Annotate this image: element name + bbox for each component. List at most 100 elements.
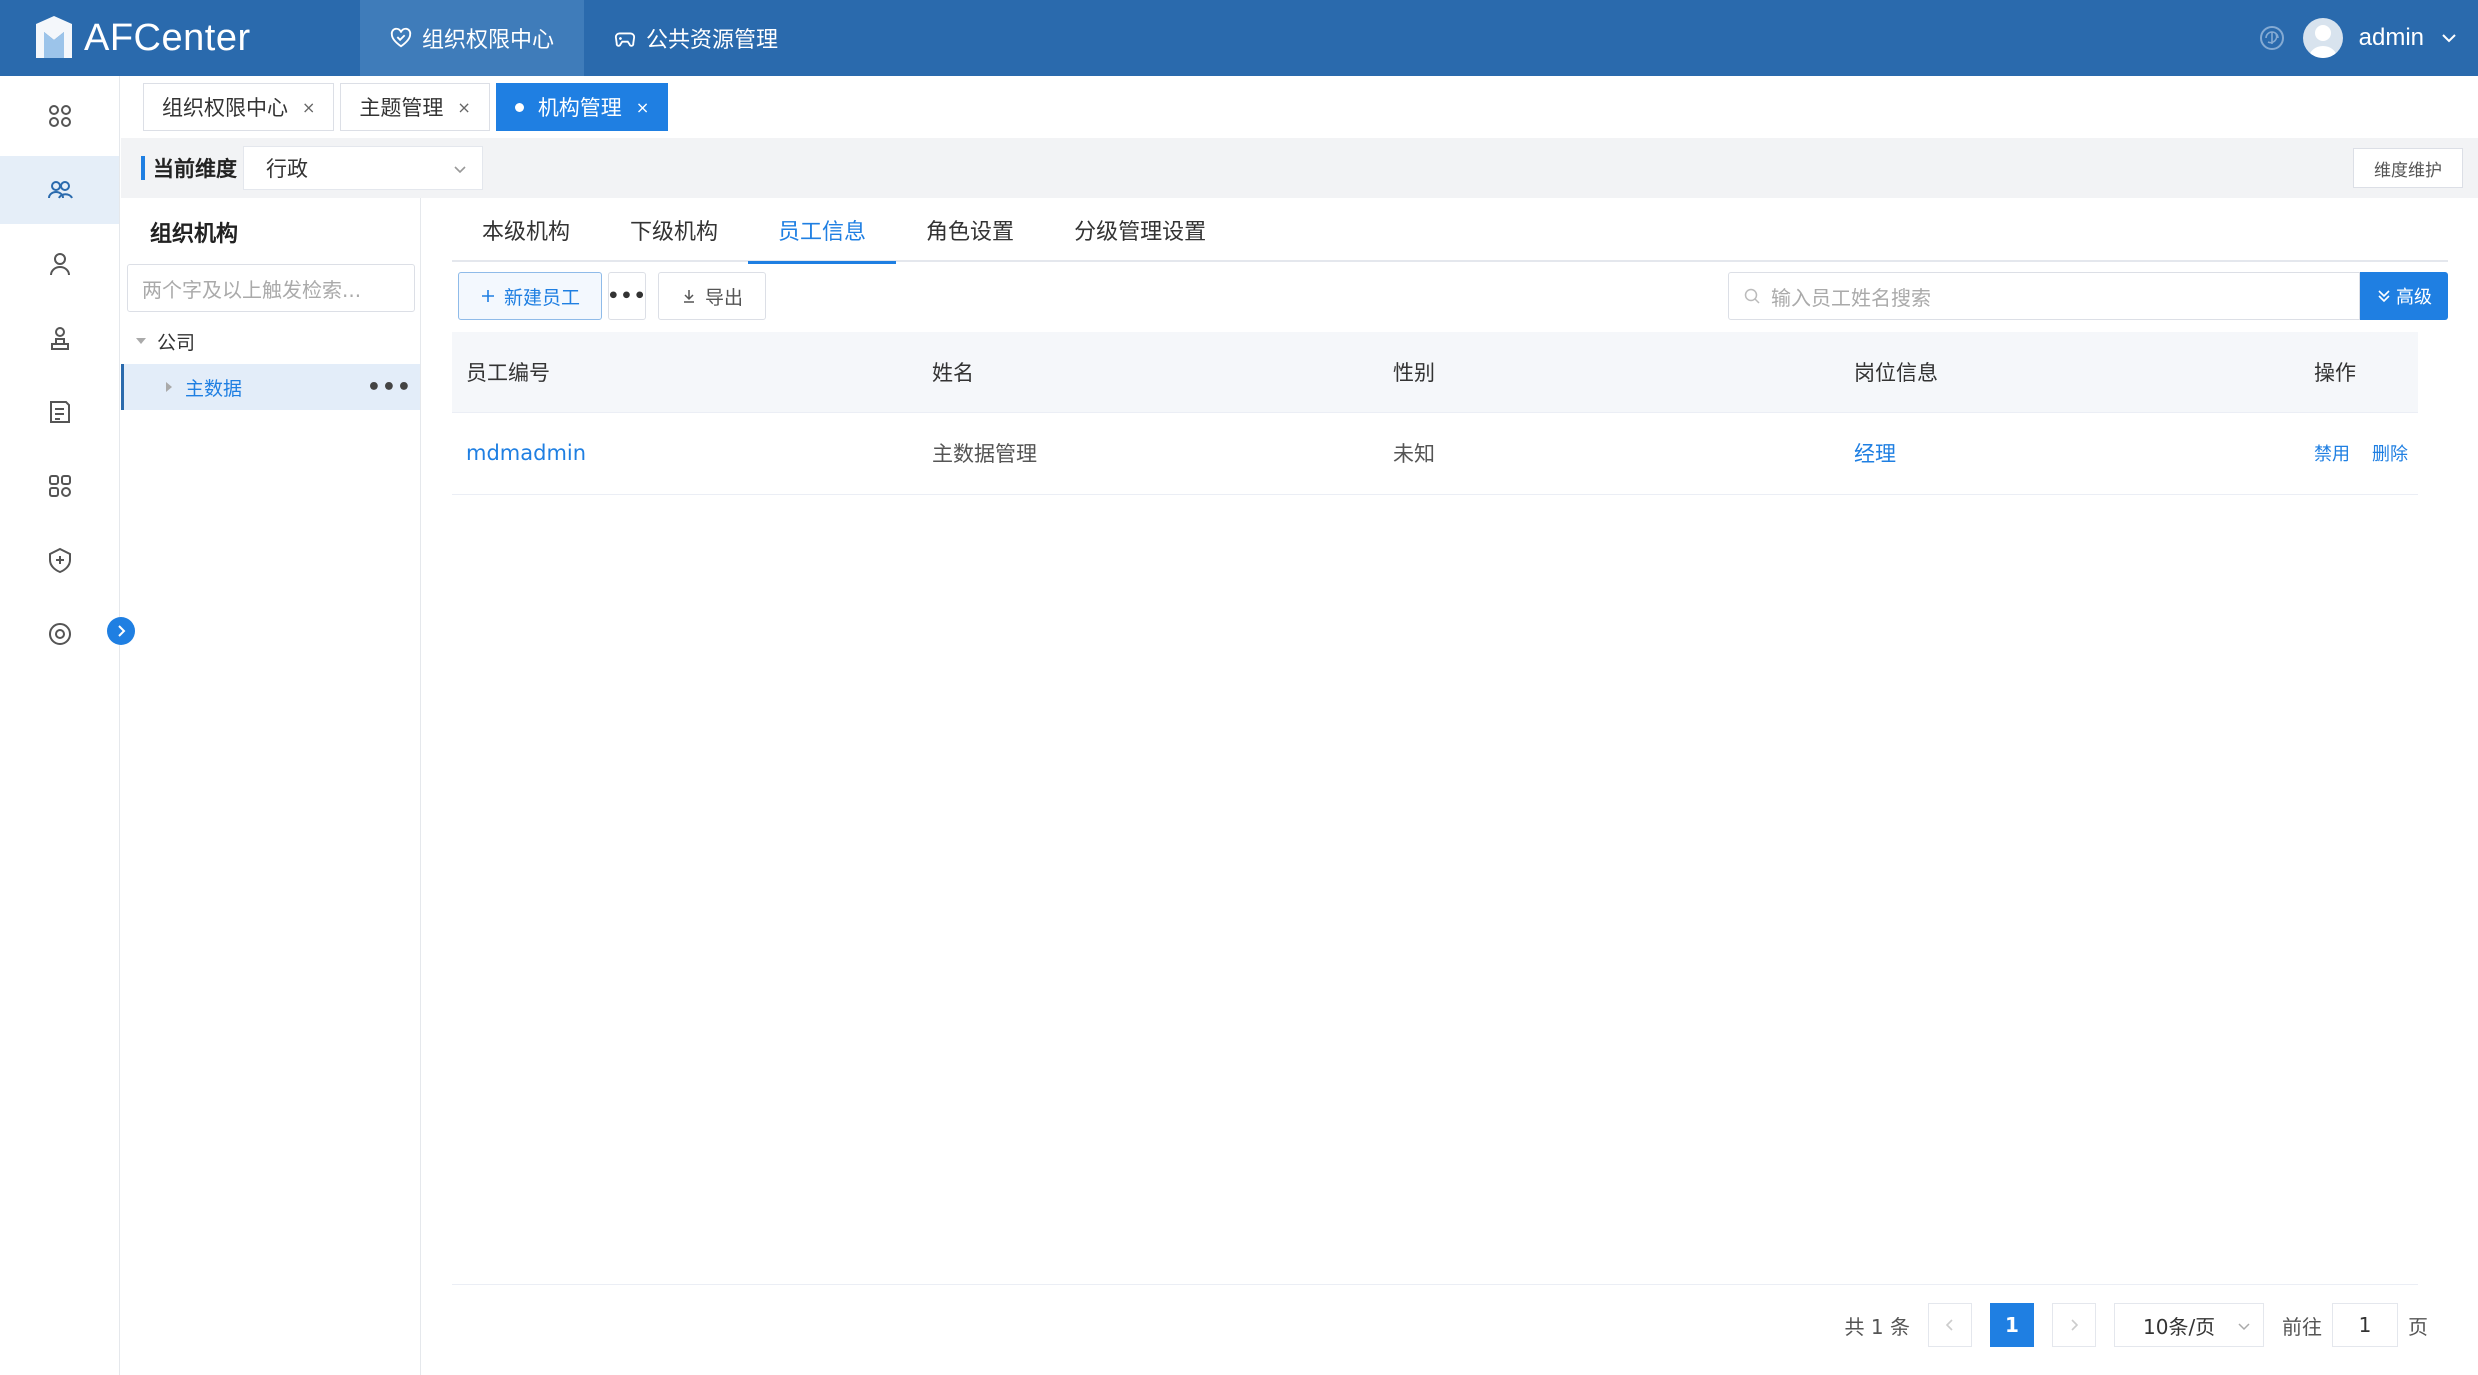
close-icon[interactable]: ×: [636, 98, 649, 117]
caret-right-icon[interactable]: [163, 381, 175, 393]
chevron-right-icon: [118, 625, 126, 637]
sidebar-item-user[interactable]: [0, 230, 119, 298]
icon-sidebar: [0, 76, 120, 1375]
page-tab-org-permission[interactable]: 组织权限中心 ×: [143, 83, 335, 131]
topnav-label: 组织权限中心: [422, 28, 555, 53]
goto-page-input[interactable]: 1: [2332, 1303, 2398, 1347]
active-dot-icon: [514, 102, 524, 112]
dimension-value: 行政: [266, 157, 308, 181]
tab-level-management[interactable]: 分级管理设置: [1044, 198, 1236, 262]
org-search-input[interactable]: 两个字及以上触发检索...: [127, 264, 415, 312]
employee-code-link[interactable]: mdmadmin: [466, 441, 586, 465]
avatar[interactable]: [2302, 18, 2343, 58]
pagination: 共 1 条 1 10条/页 前往 1 页: [1845, 1302, 2428, 1348]
dimension-label: 当前维度: [153, 157, 237, 181]
page-tab-org-management[interactable]: 机构管理 ×: [495, 83, 669, 131]
topnav-public-resource[interactable]: 公共资源管理: [584, 0, 808, 76]
export-label: 导出: [704, 286, 743, 309]
column-header[interactable]: 岗位信息: [1840, 332, 2300, 413]
prev-page-button[interactable]: [1928, 1303, 1972, 1347]
column-header[interactable]: 性别: [1379, 332, 1840, 413]
column-header[interactable]: 员工编号: [452, 332, 918, 413]
user-area: admin: [2257, 18, 2478, 58]
dimension-bar: 当前维度 行政 维度维护: [121, 138, 2478, 198]
advanced-search-button[interactable]: 高级: [2360, 272, 2448, 320]
sidebar-item-grid[interactable]: [0, 452, 119, 520]
employee-search-input[interactable]: 输入员工姓名搜索: [1728, 272, 2360, 320]
tab-current-org[interactable]: 本级机构: [452, 198, 600, 262]
gamepad-icon: [614, 32, 636, 47]
employee-gender: 未知: [1379, 412, 1840, 495]
close-icon[interactable]: ×: [302, 98, 315, 117]
topnav-label: 公共资源管理: [646, 28, 779, 53]
app-logo[interactable]: AFCenter: [0, 0, 360, 76]
shield-icon: [48, 547, 71, 574]
page-unit-label: 页: [2408, 1314, 2428, 1339]
chevron-down-icon[interactable]: [2440, 29, 2458, 47]
expand-sidebar-button[interactable]: [107, 617, 135, 645]
tab-sub-org[interactable]: 下级机构: [600, 198, 748, 262]
sidebar-item-team[interactable]: [0, 156, 119, 224]
employee-table: 员工编号 姓名 性别 岗位信息 操作 mdmadmin 主数据管理 未知 经理 …: [452, 332, 2418, 495]
chevron-left-icon: [1945, 1319, 1953, 1331]
sidebar-item-security[interactable]: [0, 526, 119, 594]
table-row[interactable]: mdmadmin 主数据管理 未知 经理 禁用 删除: [452, 412, 2418, 495]
tree-node-company[interactable]: 公司: [121, 318, 420, 364]
double-chevron-down-icon: [2378, 290, 2390, 303]
org-tree: 公司 主数据 •••: [121, 318, 420, 410]
dimension-marker: [141, 156, 145, 180]
new-employee-button[interactable]: 新建员工: [458, 272, 602, 320]
page-tab-strip: 组织权限中心 × 主题管理 × 机构管理 ×: [121, 76, 2478, 138]
org-panel-title: 组织机构: [150, 222, 239, 247]
dimension-maintain-button[interactable]: 维度维护: [2353, 148, 2463, 188]
sidebar-item-apps[interactable]: [0, 82, 119, 150]
plus-icon: [481, 290, 494, 302]
tab-employee-info[interactable]: 员工信息: [748, 198, 897, 264]
caret-down-icon[interactable]: [135, 335, 147, 347]
new-employee-label: 新建员工: [503, 286, 580, 309]
goto-label: 前往: [2282, 1314, 2322, 1339]
employee-toolbar: 新建员工 ••• 导出 输入员工姓名搜索 高级: [458, 272, 2448, 322]
column-header: 操作: [2300, 332, 2418, 413]
app-logo-text: AFCenter: [84, 16, 251, 59]
form-icon: [49, 401, 70, 423]
search-icon: [1744, 288, 1760, 304]
advanced-label: 高级: [2396, 287, 2432, 308]
column-header[interactable]: 姓名: [918, 332, 1379, 413]
export-button[interactable]: 导出: [658, 272, 766, 320]
tree-node-label: 公司: [157, 331, 196, 354]
chevron-down-icon: [454, 166, 466, 174]
total-count: 共 1 条: [1844, 1314, 1910, 1339]
position-link[interactable]: 经理: [1854, 442, 1896, 466]
settings-icon: [48, 623, 71, 645]
more-icon[interactable]: •••: [367, 375, 412, 400]
close-icon[interactable]: ×: [457, 98, 470, 117]
more-actions-button[interactable]: •••: [607, 272, 646, 320]
org-tree-panel: 组织机构 两个字及以上触发检索... 公司 主数据 •••: [121, 198, 421, 1375]
page-tab-label: 主题管理: [359, 96, 444, 120]
delete-button[interactable]: 删除: [2372, 440, 2408, 466]
heart-shield-icon: [390, 27, 412, 48]
topnav-org-permission[interactable]: 组织权限中心: [360, 0, 585, 76]
tab-role-settings[interactable]: 角色设置: [896, 198, 1044, 262]
sidebar-item-form[interactable]: [0, 378, 119, 446]
page-size-select[interactable]: 10条/页: [2114, 1303, 2264, 1347]
chevron-down-icon: [2238, 1323, 2250, 1331]
sidebar-item-role[interactable]: [0, 304, 119, 372]
ai-assistant-icon[interactable]: [2257, 23, 2287, 53]
top-nav: 组织权限中心 公共资源管理: [360, 0, 808, 76]
username[interactable]: admin: [2359, 24, 2424, 52]
page-tab-theme[interactable]: 主题管理 ×: [340, 83, 490, 131]
disable-button[interactable]: 禁用: [2314, 440, 2350, 466]
dimension-select[interactable]: 行政: [243, 146, 483, 190]
tree-node-master-data[interactable]: 主数据 •••: [121, 364, 420, 410]
sidebar-item-settings[interactable]: [0, 600, 119, 668]
main-content: 本级机构 下级机构 员工信息 角色设置 分级管理设置 新建员工 ••• 导出 输…: [422, 198, 2478, 1375]
page-number-current[interactable]: 1: [1990, 1303, 2034, 1347]
download-icon: [683, 290, 694, 303]
next-page-button[interactable]: [2052, 1303, 2096, 1347]
team-icon: [47, 181, 73, 199]
table-header-row: 员工编号 姓名 性别 岗位信息 操作: [452, 332, 2418, 413]
page-tab-label: 组织权限中心: [162, 96, 288, 120]
search-placeholder: 输入员工姓名搜索: [1771, 285, 1931, 310]
